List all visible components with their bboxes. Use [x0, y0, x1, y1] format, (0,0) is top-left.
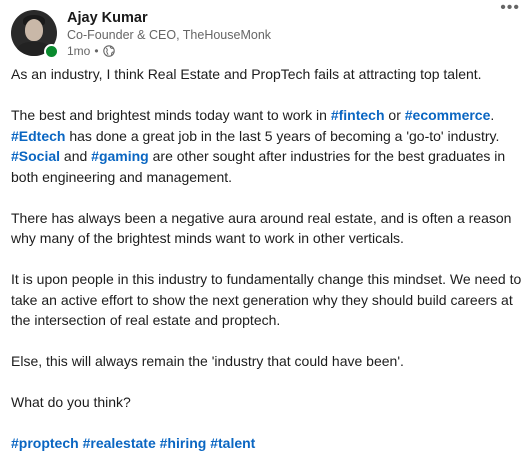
- post-header: Ajay Kumar Co-Founder & CEO, TheHouseMon…: [11, 8, 529, 60]
- post-paragraph: What do you think?: [11, 394, 131, 410]
- post-text: and: [60, 148, 92, 164]
- post-paragraph: The best and brightest minds today want …: [11, 105, 526, 187]
- globe-icon: [102, 45, 115, 57]
- avatar-face: [25, 19, 43, 41]
- post-text: or: [384, 107, 405, 123]
- hashtag-link[interactable]: #proptech: [11, 435, 79, 451]
- hashtag-link[interactable]: #realestate: [83, 435, 156, 451]
- author-headline: Co-Founder & CEO, TheHouseMonk: [67, 28, 272, 42]
- post-text: has done a great job in the last 5 years…: [65, 127, 500, 144]
- post-meta: 1mo •: [67, 44, 115, 58]
- post-text: .: [490, 107, 495, 123]
- post-paragraph: Else, this will always remain the 'indus…: [11, 353, 404, 369]
- hashtag-link[interactable]: #gaming: [91, 148, 149, 164]
- hashtag-list: #proptech #realestate #hiring #talent: [11, 433, 526, 454]
- hashtag-link[interactable]: #fintech: [331, 107, 385, 123]
- post-paragraph: It is upon people in this industry to fu…: [11, 271, 522, 328]
- hashtag-link[interactable]: #hiring: [160, 435, 207, 451]
- meta-separator: •: [94, 44, 99, 58]
- post-paragraph: There has always been a negative aura ar…: [11, 209, 512, 247]
- more-options-button[interactable]: •••: [500, 0, 520, 16]
- hashtag-link[interactable]: #Social: [11, 148, 60, 164]
- post-paragraph: As an industry, I think Real Estate and …: [11, 66, 482, 82]
- hashtag-link[interactable]: #talent: [210, 435, 255, 451]
- post-body: As an industry, I think Real Estate and …: [11, 64, 526, 474]
- post-text: The best and brightest minds today want …: [11, 107, 331, 123]
- author-name[interactable]: Ajay Kumar: [67, 10, 148, 26]
- post-time: 1mo: [67, 44, 91, 58]
- online-status-indicator: [44, 44, 59, 59]
- hashtag-link[interactable]: #ecommerce: [405, 107, 491, 123]
- hashtag-link[interactable]: #Edtech: [11, 128, 65, 144]
